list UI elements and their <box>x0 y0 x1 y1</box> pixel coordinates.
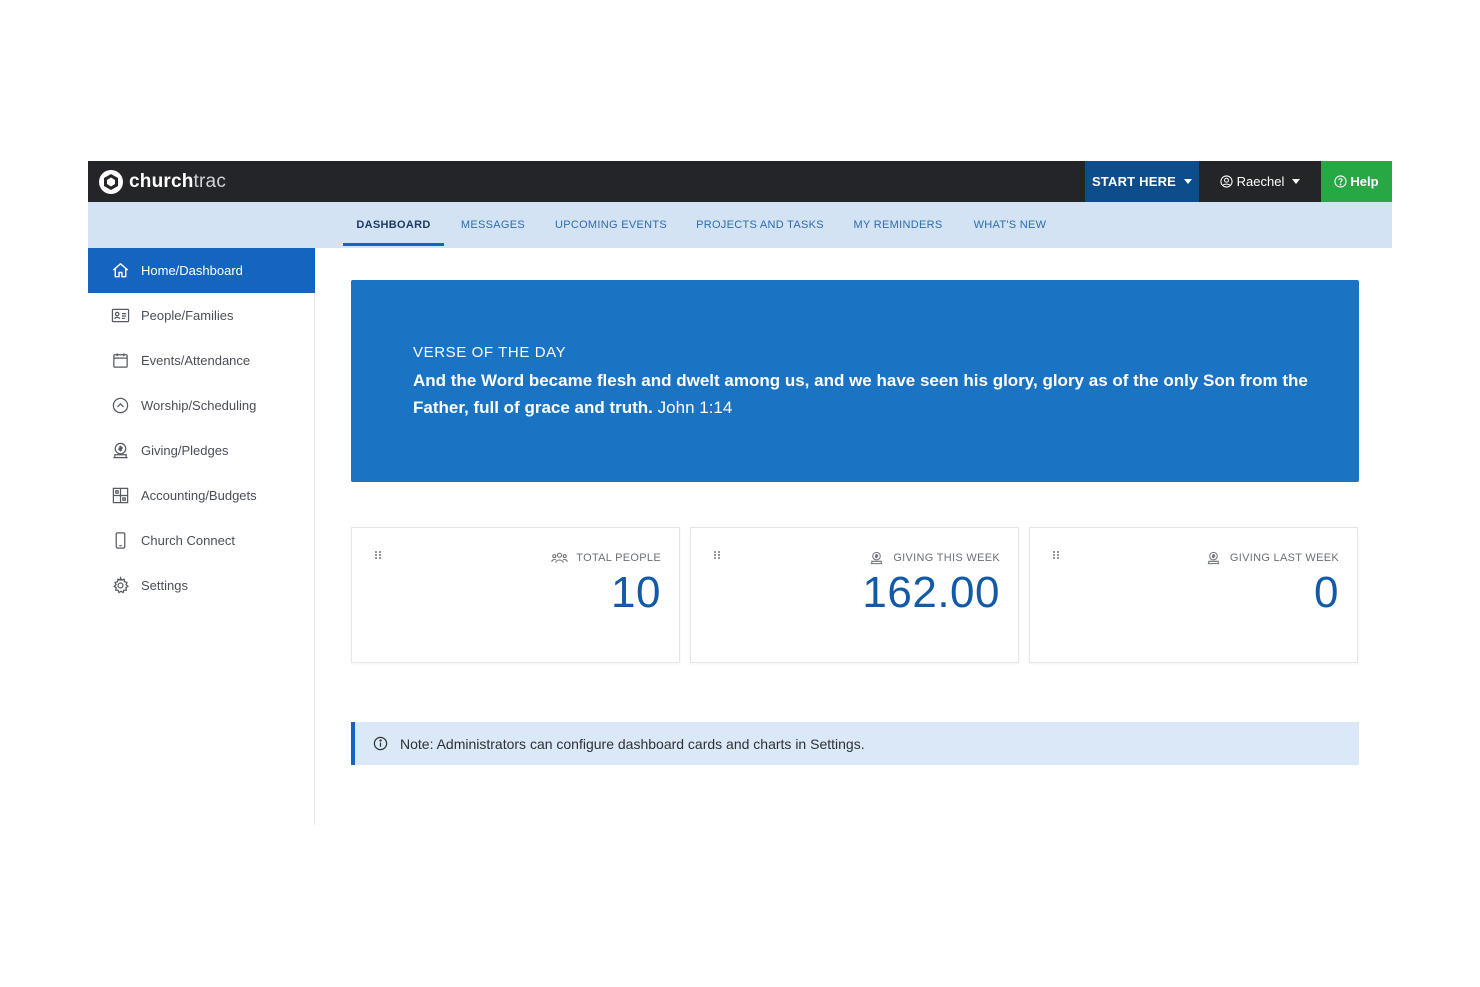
card-label-row: GIVING LAST WEEK <box>1205 551 1339 565</box>
user-name: Raechel <box>1236 174 1285 189</box>
drag-handle-icon[interactable] <box>374 550 383 560</box>
tab-messages[interactable]: MESSAGES <box>454 202 532 248</box>
card-value: 162.00 <box>862 568 1000 617</box>
drag-handle-icon[interactable] <box>1052 550 1061 560</box>
help-button[interactable]: Help <box>1321 161 1392 202</box>
tab-bar: DASHBOARD MESSAGES UPCOMING EVENTS PROJE… <box>88 202 1392 248</box>
verse-title: VERSE OF THE DAY <box>413 344 567 361</box>
tab-projects-and-tasks[interactable]: PROJECTS AND TASKS <box>692 202 828 248</box>
card-label: TOTAL PEOPLE <box>576 552 661 564</box>
sidebar-item-home-dashboard[interactable]: Home/Dashboard <box>88 248 315 293</box>
help-circle-icon <box>1334 175 1347 188</box>
card-giving-last-week[interactable]: GIVING LAST WEEK 0 <box>1029 527 1358 663</box>
sidebar-item-label: Events/Attendance <box>141 353 251 368</box>
card-label-row: TOTAL PEOPLE <box>551 551 661 565</box>
brand-name: churchtrac <box>129 171 226 193</box>
tab-whats-new[interactable]: WHAT'S NEW <box>967 202 1053 248</box>
sidebar-item-label: People/Families <box>141 308 234 323</box>
sidebar-item-label: Settings <box>141 578 188 593</box>
card-value: 10 <box>611 568 661 617</box>
brand-logo[interactable]: churchtrac <box>98 168 226 195</box>
tab-upcoming-events[interactable]: UPCOMING EVENTS <box>550 202 672 248</box>
verse-reference: John 1:14 <box>657 398 733 417</box>
calendar-icon <box>110 351 130 371</box>
sidebar-item-label: Church Connect <box>141 533 235 548</box>
id-card-icon <box>110 306 130 326</box>
sidebar-item-label: Worship/Scheduling <box>141 398 257 413</box>
help-label: Help <box>1350 174 1379 189</box>
giving-icon <box>871 551 883 565</box>
card-total-people[interactable]: TOTAL PEOPLE 10 <box>351 527 680 663</box>
caret-down-icon <box>1292 179 1301 184</box>
drag-handle-icon[interactable] <box>713 550 722 560</box>
caret-down-icon <box>1184 179 1193 184</box>
giving-icon <box>110 441 130 461</box>
verse-of-the-day-banner: VERSE OF THE DAY And the Word became fle… <box>351 280 1359 482</box>
sidebar-item-label: Giving/Pledges <box>141 443 229 458</box>
grid-icon <box>110 486 130 506</box>
card-label-row: GIVING THIS WEEK <box>868 551 1000 565</box>
user-circle-icon <box>1220 175 1233 188</box>
note-text: Note: Administrators can configure dashb… <box>400 735 865 752</box>
tab-my-reminders[interactable]: MY REMINDERS <box>848 202 948 248</box>
info-note: Note: Administrators can configure dashb… <box>351 722 1359 765</box>
start-here-button[interactable]: START HERE <box>1085 161 1199 202</box>
tab-dashboard[interactable]: DASHBOARD <box>343 202 444 248</box>
verse-body: And the Word became flesh and dwelt amon… <box>413 371 1308 417</box>
card-giving-this-week[interactable]: GIVING THIS WEEK 162.00 <box>690 527 1019 663</box>
churchtrac-logo-icon <box>99 169 123 194</box>
sidebar-item-label: Accounting/Budgets <box>141 488 257 503</box>
card-label: GIVING LAST WEEK <box>1229 552 1339 564</box>
user-menu-button[interactable]: Raechel <box>1199 161 1321 202</box>
sidebar-item-accounting-budgets[interactable]: Accounting/Budgets <box>88 473 315 518</box>
gear-icon <box>110 576 130 596</box>
chevron-circle-icon <box>110 396 130 416</box>
brand-name-bold: church <box>129 170 194 192</box>
info-circle-icon <box>373 736 388 751</box>
app-window: churchtrac START HERE Raechel Help DASHB… <box>88 161 1392 825</box>
top-bar: churchtrac START HERE Raechel Help <box>88 161 1392 202</box>
giving-icon <box>1207 551 1220 565</box>
sidebar-item-people-families[interactable]: People/Families <box>88 293 315 338</box>
card-value: 0 <box>1314 568 1339 617</box>
sidebar-item-church-connect[interactable]: Church Connect <box>88 518 315 563</box>
brand-name-light: trac <box>193 170 227 192</box>
phone-icon <box>110 531 130 551</box>
people-icon <box>551 552 569 563</box>
start-here-label: START HERE <box>1091 174 1177 189</box>
card-label: GIVING THIS WEEK <box>893 552 1000 564</box>
sidebar-item-giving-pledges[interactable]: Giving/Pledges <box>88 428 315 473</box>
sidebar-item-worship-scheduling[interactable]: Worship/Scheduling <box>88 383 315 428</box>
home-icon <box>110 261 130 281</box>
verse-text: And the Word became flesh and dwelt amon… <box>413 367 1313 421</box>
sidebar-item-settings[interactable]: Settings <box>88 563 315 608</box>
sidebar: Home/Dashboard People/Families Events/At… <box>88 248 315 825</box>
sidebar-item-events-attendance[interactable]: Events/Attendance <box>88 338 315 383</box>
sidebar-item-label: Home/Dashboard <box>141 263 243 278</box>
